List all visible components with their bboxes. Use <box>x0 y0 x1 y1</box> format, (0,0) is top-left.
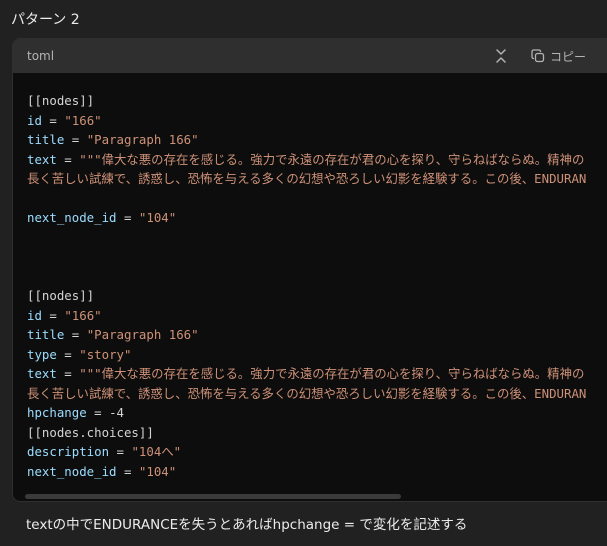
code-string: "166" <box>64 307 102 323</box>
code-content: [[nodes]] id = "166" title = "Paragraph 16… <box>27 91 607 481</box>
code-line: next_node_id = "104" <box>27 462 607 482</box>
code-key: text <box>27 366 57 381</box>
code-string: "Paragraph 166" <box>86 132 199 147</box>
code-line: description = "104へ" <box>27 442 607 462</box>
code-string: "166" <box>64 112 102 128</box>
code-line: title = "Paragraph 166" <box>27 325 607 345</box>
code-string: "104へ" <box>131 444 182 459</box>
code-line: [[nodes.choices]] <box>27 423 607 443</box>
section-heading: パターン 2 <box>11 12 80 28</box>
code-text: = <box>56 151 80 167</box>
code-text: [[nodes]] <box>27 288 95 303</box>
code-text: [[nodes]] <box>27 93 95 108</box>
code-string: 長く苦しい試練で、誘惑し、恐怖を与える多くの幻想や恐ろしい幻影を経験する。この後… <box>27 171 587 186</box>
code-line: next_node_id = "104" <box>27 208 607 228</box>
code-key: type <box>27 346 57 362</box>
collapse-button[interactable] <box>494 48 508 64</box>
code-line: hpchange = -4 <box>27 403 607 423</box>
code-string: "104" <box>138 463 177 479</box>
code-line: 長く苦しい試練で、誘惑し、恐怖を与える多くの幻想や恐ろしい幻影を経験する。この後… <box>27 384 607 404</box>
code-line: title = "Paragraph 166" <box>27 130 607 150</box>
code-line: type = "story" <box>27 345 607 365</box>
code-text: = <box>64 132 87 147</box>
code-key: id <box>27 112 42 128</box>
copy-icon <box>531 49 545 63</box>
code-string: "Paragraph 166" <box>86 327 199 342</box>
code-text: = <box>109 444 132 459</box>
code-string: "104" <box>138 210 177 225</box>
code-key: title <box>27 327 65 342</box>
code-string: 長く苦しい試練で、誘惑し、恐怖を与える多くの幻想や恐ろしい幻影を経験する。この後… <box>27 385 587 401</box>
code-line: id = "166" <box>27 306 607 326</box>
code-text: = <box>56 366 80 381</box>
code-text: = <box>64 327 87 342</box>
code-line: id = "166" <box>27 111 607 131</box>
collapse-icon <box>496 49 506 63</box>
copy-button[interactable]: コピー <box>531 47 586 65</box>
code-key: description <box>27 444 110 459</box>
code-line: text = """偉大な悪の存在を感じる。強力で永遠の存在が君の心を探り、守ら… <box>27 150 607 170</box>
code-line: text = """偉大な悪の存在を感じる。強力で永遠の存在が君の心を探り、守ら… <box>27 364 607 384</box>
code-line: [[nodes]] <box>27 91 607 111</box>
code-string: """偉大な悪の存在を感じる。強力で永遠の存在が君の心を探り、守らねばならぬ。精… <box>79 151 585 167</box>
copy-button-label: コピー <box>550 49 587 64</box>
code-string: "story" <box>79 346 132 362</box>
code-key: next_node_id <box>27 210 117 225</box>
code-key: text <box>27 151 57 167</box>
horizontal-scrollbar[interactable] <box>25 494 401 499</box>
code-text: = <box>116 210 139 225</box>
code-text: = <box>56 346 80 362</box>
code-header: toml コピー <box>13 39 607 73</box>
code-line: 長く苦しい試練で、誘惑し、恐怖を与える多くの幻想や恐ろしい幻影を経験する。この後… <box>27 169 607 189</box>
code-line: [[nodes]] <box>27 286 607 306</box>
code-key: next_node_id <box>27 463 117 479</box>
code-language-label: toml <box>27 49 55 63</box>
code-key: id <box>27 307 42 323</box>
code-text: = <box>116 463 139 479</box>
code-key: hpchange <box>27 405 87 420</box>
message-text: textの中でENDURANCEを失うとあればhpchange = で変化を記述… <box>26 517 468 533</box>
code-string: """偉大な悪の存在を感じる。強力で永遠の存在が君の心を探り、守らねばならぬ。精… <box>79 366 585 381</box>
code-text: = <box>41 112 65 128</box>
code-text: = <box>41 307 65 323</box>
code-key: title <box>27 132 65 147</box>
code-text: = -4 <box>86 405 124 420</box>
code-block: toml コピー [[nodes]] id = "166" title = "Par… <box>12 38 607 502</box>
code-text: [[nodes.choices]] <box>27 424 154 440</box>
